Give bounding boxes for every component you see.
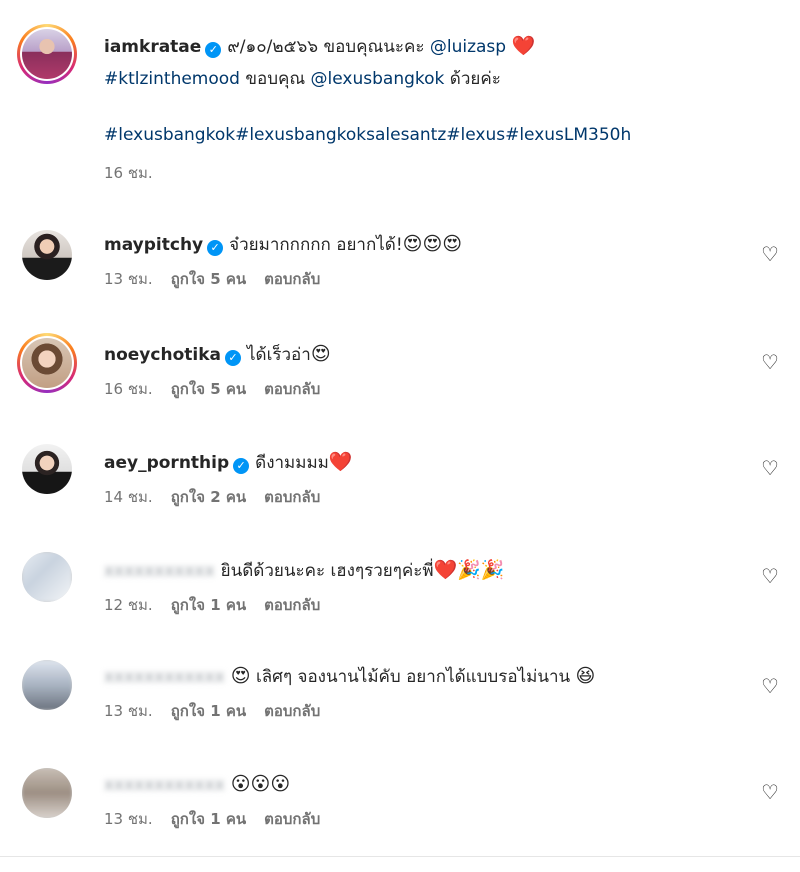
caption-text: ด้วยค่ะ [444,69,501,89]
emoji: 😍😍😍 [402,233,463,255]
emoji: 😮😮😮 [230,773,291,795]
reply-button[interactable]: ตอบกลับ [264,810,320,828]
comment-username[interactable]: xxxxxxxxxxxx [104,665,225,689]
reply-button[interactable]: ตอบกลับ [264,596,320,614]
comment-timestamp[interactable]: 14 ชม. [104,488,153,506]
avatar[interactable] [22,552,72,602]
like-heart-icon[interactable]: ♡ [760,458,780,478]
like-heart-icon[interactable]: ♡ [760,676,780,696]
comment-timestamp[interactable]: 13 ชม. [104,702,153,720]
verified-icon: ✓ [233,458,250,474]
post-timestamp[interactable]: 16 ชม. [104,164,153,182]
reply-button[interactable]: ตอบกลับ [264,270,320,288]
reply-button[interactable]: ตอบกลับ [264,488,320,506]
caption-text: ๙/๑๐/๒๕๖๖ ขอบคุณนะคะ [227,37,430,57]
comment-meta: 12 ชม. ถูกใจ 1 คน ตอบกลับ [104,593,740,617]
comment-text: จ๋วยมากกกกก อยากได้! [229,235,403,255]
avatar[interactable] [22,444,72,494]
comment-username[interactable]: aey_pornthip [104,453,229,473]
avatar[interactable] [22,660,72,710]
like-count[interactable]: ถูกใจ 1 คน [171,810,246,828]
emoji: ❤️ [328,451,353,473]
like-heart-icon[interactable]: ♡ [760,782,780,802]
emoji: 😍 [310,343,331,365]
comment-username[interactable]: noeychotika [104,345,221,365]
comment-meta: 13 ชม. ถูกใจ 1 คน ตอบกลับ [104,699,740,723]
like-heart-icon[interactable]: ♡ [760,352,780,372]
reply-button[interactable]: ตอบกลับ [264,702,320,720]
like-count[interactable]: ถูกใจ 1 คน [171,702,246,720]
emoji: 😆 [575,665,596,687]
avatar[interactable] [17,333,77,393]
comment-meta: 16 ชม. ถูกใจ 5 คน ตอบกลับ [104,377,740,401]
comment-meta: 14 ชม. ถูกใจ 2 คน ตอบกลับ [104,485,740,509]
mention-link[interactable]: @luizasp [430,37,506,57]
caption-text: ขอบคุณ [239,69,311,89]
verified-icon: ✓ [207,240,224,256]
like-count[interactable]: ถูกใจ 2 คน [171,488,246,506]
hashtag-link[interactable]: #lexusbangkok#lexusbangkoksalesantz#lexu… [104,125,631,145]
comment-meta: 13 ชม. ถูกใจ 1 คน ตอบกลับ [104,807,740,831]
caption-line-1: iamkratae ✓ ๙/๑๐/๒๕๖๖ ขอบคุณนะคะ @luizasp … [104,34,740,59]
post-author-avatar[interactable] [17,24,77,84]
reply-button[interactable]: ตอบกลับ [264,380,320,398]
avatar[interactable] [22,768,72,818]
caption-line-2: #ktlzinthemood ขอบคุณ @lexusbangkok ด้วย… [104,67,740,91]
avatar[interactable] [22,230,72,280]
verified-icon: ✓ [205,42,222,58]
like-count[interactable]: ถูกใจ 5 คน [171,270,246,288]
emoji: ❤️🎉🎉 [433,559,505,581]
caption-hashtags: #lexusbangkok#lexusbangkoksalesantz#lexu… [104,123,740,147]
comment-username[interactable]: xxxxxxxxxxxx [104,773,225,797]
post-meta: 16 ชม. [104,161,740,185]
comment-meta: 13 ชม. ถูกใจ 5 คน ตอบกลับ [104,267,740,291]
comment-timestamp[interactable]: 16 ชม. [104,380,153,398]
comment-text: ได้เร็วอ่า [246,345,311,365]
comment-text: เลิศๆ จองนานไม้คับ อยากได้แบบรอไม่นาน [250,667,576,687]
like-count[interactable]: ถูกใจ 1 คน [171,596,246,614]
comment-timestamp[interactable]: 12 ชม. [104,596,153,614]
emoji: 😍 [230,665,251,687]
verified-icon: ✓ [224,350,241,366]
hashtag-link[interactable]: #ktlzinthemood [104,69,240,89]
like-count[interactable]: ถูกใจ 5 คน [171,380,246,398]
comment-timestamp[interactable]: 13 ชม. [104,810,153,828]
mention-link[interactable]: @lexusbangkok [311,69,445,89]
bottom-divider [0,856,800,857]
comment-username[interactable]: maypitchy [104,235,203,255]
like-heart-icon[interactable]: ♡ [760,566,780,586]
post-author-username[interactable]: iamkratae [104,37,201,57]
comment-timestamp[interactable]: 13 ชม. [104,270,153,288]
like-heart-icon[interactable]: ♡ [760,244,780,264]
comment-username[interactable]: xxxxxxxxxxx [104,559,215,583]
comment-text: ยินดีด้วยนะคะ เฮงๆรวยๆค่ะพี่ [220,561,434,581]
comment-text: ดีงามมมม [255,453,329,473]
heart-emoji: ❤️ [511,35,536,57]
